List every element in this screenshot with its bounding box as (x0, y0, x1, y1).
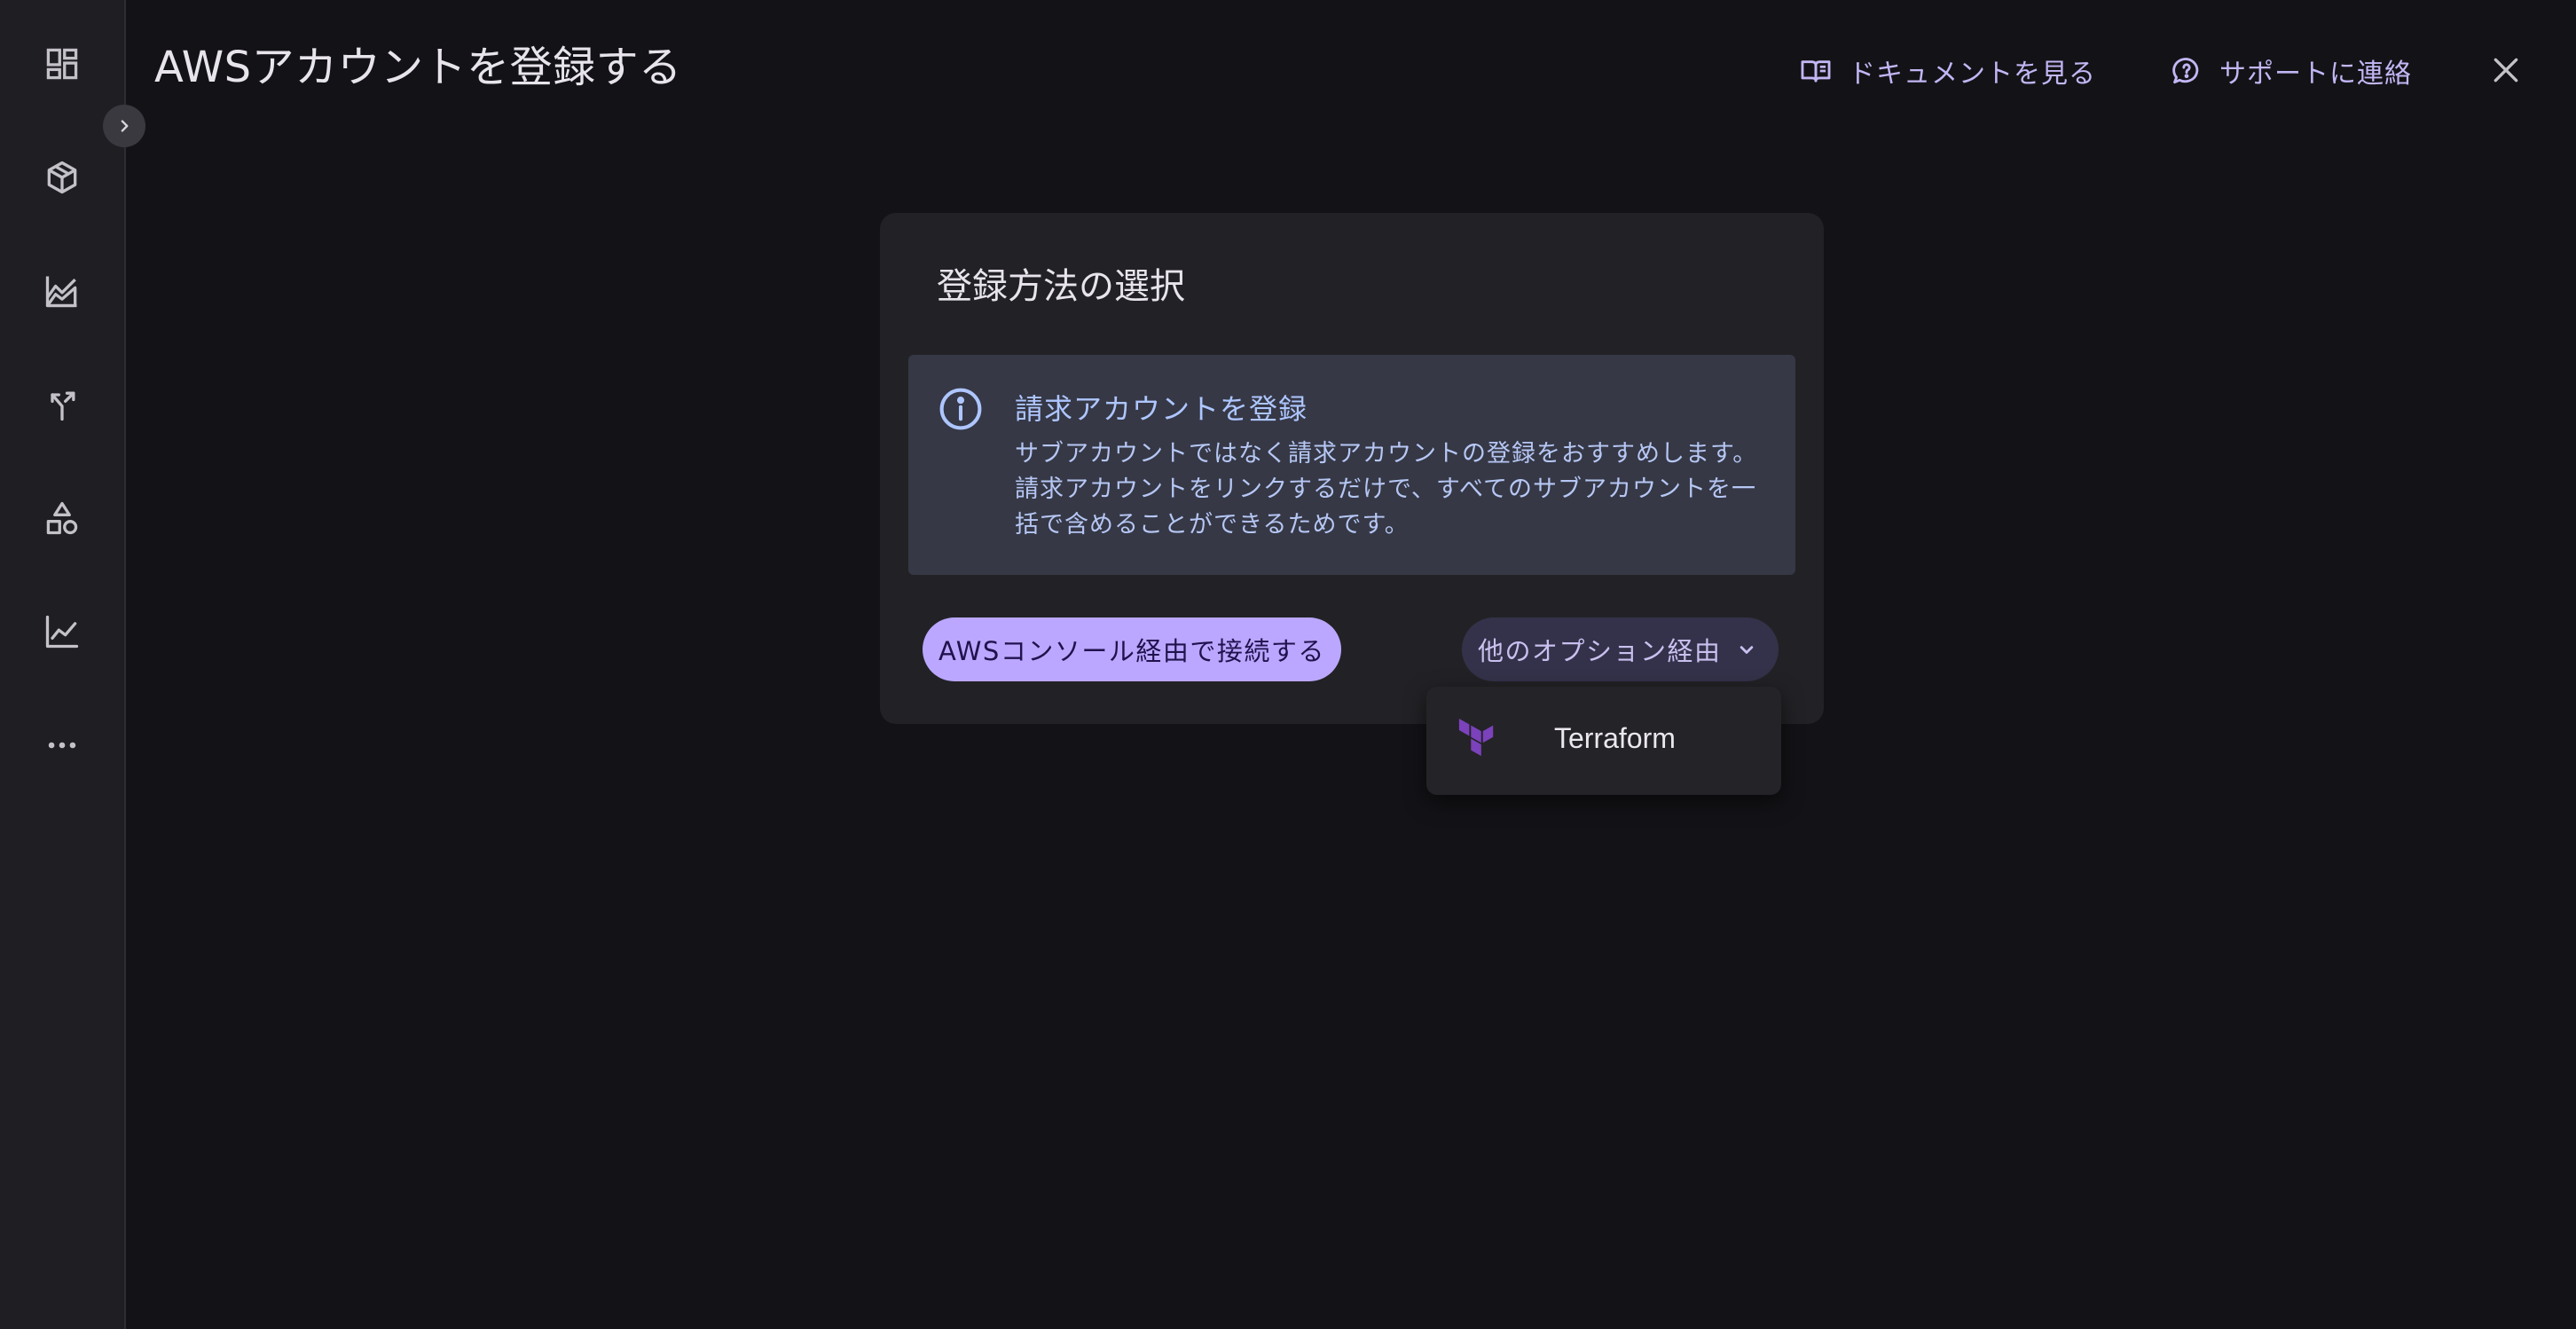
menu-item-terraform[interactable]: Terraform (1426, 687, 1781, 795)
support-link[interactable]: サポートに連絡 (2170, 51, 2412, 90)
info-banner: 請求アカウントを登録 サブアカウントではなく請求アカウントの登録をおすすめします… (908, 355, 1795, 575)
docs-link-label: ドキュメントを見る (1849, 59, 2096, 90)
info-icon (939, 388, 982, 430)
help-chat-icon (2172, 58, 2199, 84)
page-title: AWSアカウントを登録する (154, 43, 682, 92)
sidebar-item-routing[interactable] (37, 380, 87, 429)
sidebar-item-services[interactable] (37, 493, 87, 543)
shapes-icon (46, 501, 78, 535)
info-title: 請求アカウントを登録 (1015, 392, 1308, 426)
card-title: 登録方法の選択 (937, 266, 1185, 307)
support-link-label: サポートに連絡 (2219, 59, 2412, 90)
more-icon (48, 742, 76, 749)
sidebar-expand-button[interactable] (103, 105, 145, 147)
book-icon (1801, 60, 1831, 83)
menu-item-label: Terraform (1554, 722, 1676, 754)
chevron-down-icon (1740, 646, 1753, 654)
close-button[interactable] (2486, 50, 2526, 90)
chevron-right-icon (121, 120, 129, 132)
docs-link[interactable]: ドキュメントを見る (1799, 51, 2096, 90)
cube-icon (47, 161, 77, 194)
line-chart-icon (45, 615, 79, 649)
sidebar-item-more[interactable] (37, 720, 87, 770)
info-body: サブアカウントではなく請求アカウントの登録をおすすめします。請求アカウントをリン… (1015, 440, 1758, 539)
other-options-label: 他のオプション経由 (1478, 636, 1722, 666)
terraform-icon (1458, 719, 1494, 757)
sidebar-item-dashboard[interactable] (37, 39, 87, 89)
close-icon (2494, 58, 2518, 83)
sidebar-item-analytics[interactable] (37, 266, 87, 316)
sidebar (0, 0, 126, 1329)
other-options-menu: Terraform (1426, 687, 1781, 795)
dashboard-icon (46, 48, 78, 80)
split-arrow-icon (51, 391, 75, 421)
area-chart-icon (45, 276, 77, 308)
sidebar-item-resources[interactable] (37, 153, 87, 202)
other-options-dropdown[interactable]: 他のオプション経由 (1462, 617, 1779, 681)
connect-via-aws-console-button[interactable]: AWSコンソール経由で接続する (923, 617, 1341, 681)
registration-method-card: 登録方法の選択 請求アカウントを登録 サブアカウントではなく請求アカウントの登録… (880, 213, 1824, 724)
sidebar-item-reports[interactable] (37, 607, 87, 657)
